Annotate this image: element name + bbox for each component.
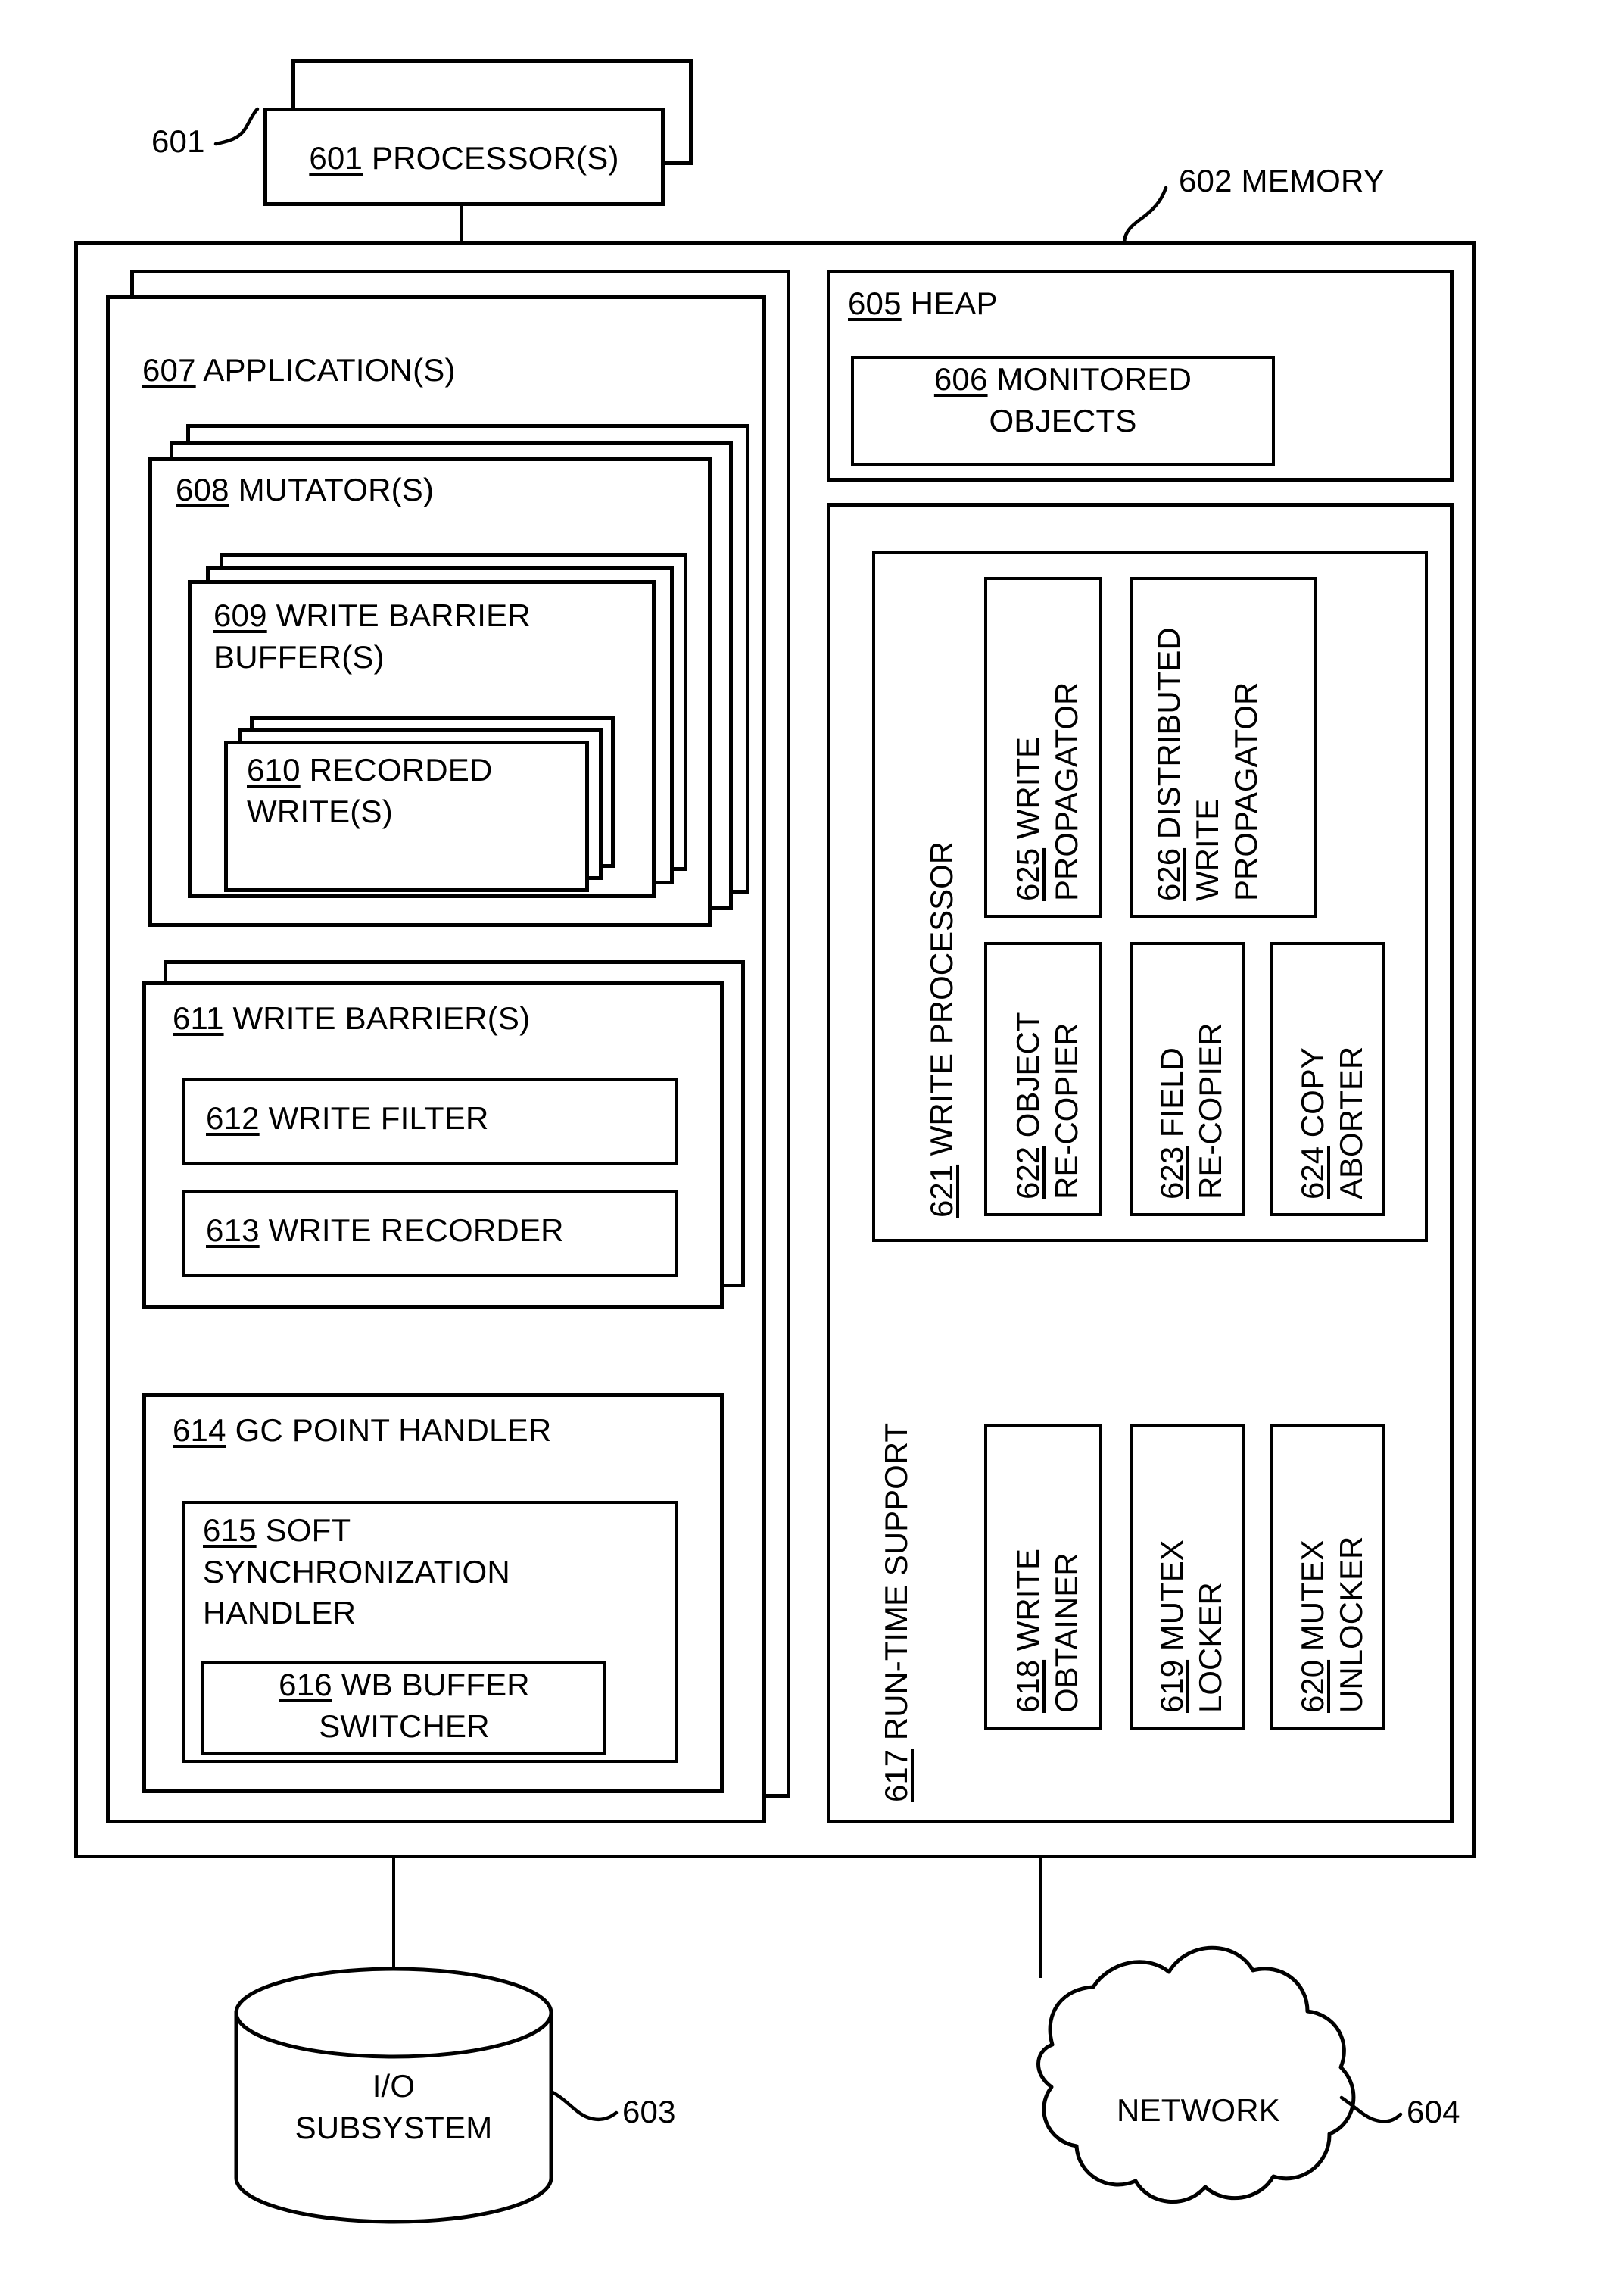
- node-604-callout: 604: [1407, 2094, 1460, 2129]
- node-609-label: 609 WRITE BARRIER BUFFER(S): [213, 597, 531, 675]
- leader-604: [1339, 2095, 1403, 2123]
- node-602-calltext: 602 MEMORY: [1179, 163, 1385, 198]
- node-608-label: 608 MUTATOR(S): [176, 472, 435, 507]
- figure-canvas: 601 PROCESSOR(S) 601 602 MEMORY 607 APPL…: [0, 0, 1608, 2296]
- node-616-label: 616 WB BUFFER SWITCHER: [279, 1667, 530, 1744]
- node-610-label: 610 RECORDED WRITE(S): [247, 752, 493, 829]
- node-603-callout: 603: [622, 2094, 676, 2129]
- node-602-callout: 602 MEMORY: [1179, 161, 1385, 202]
